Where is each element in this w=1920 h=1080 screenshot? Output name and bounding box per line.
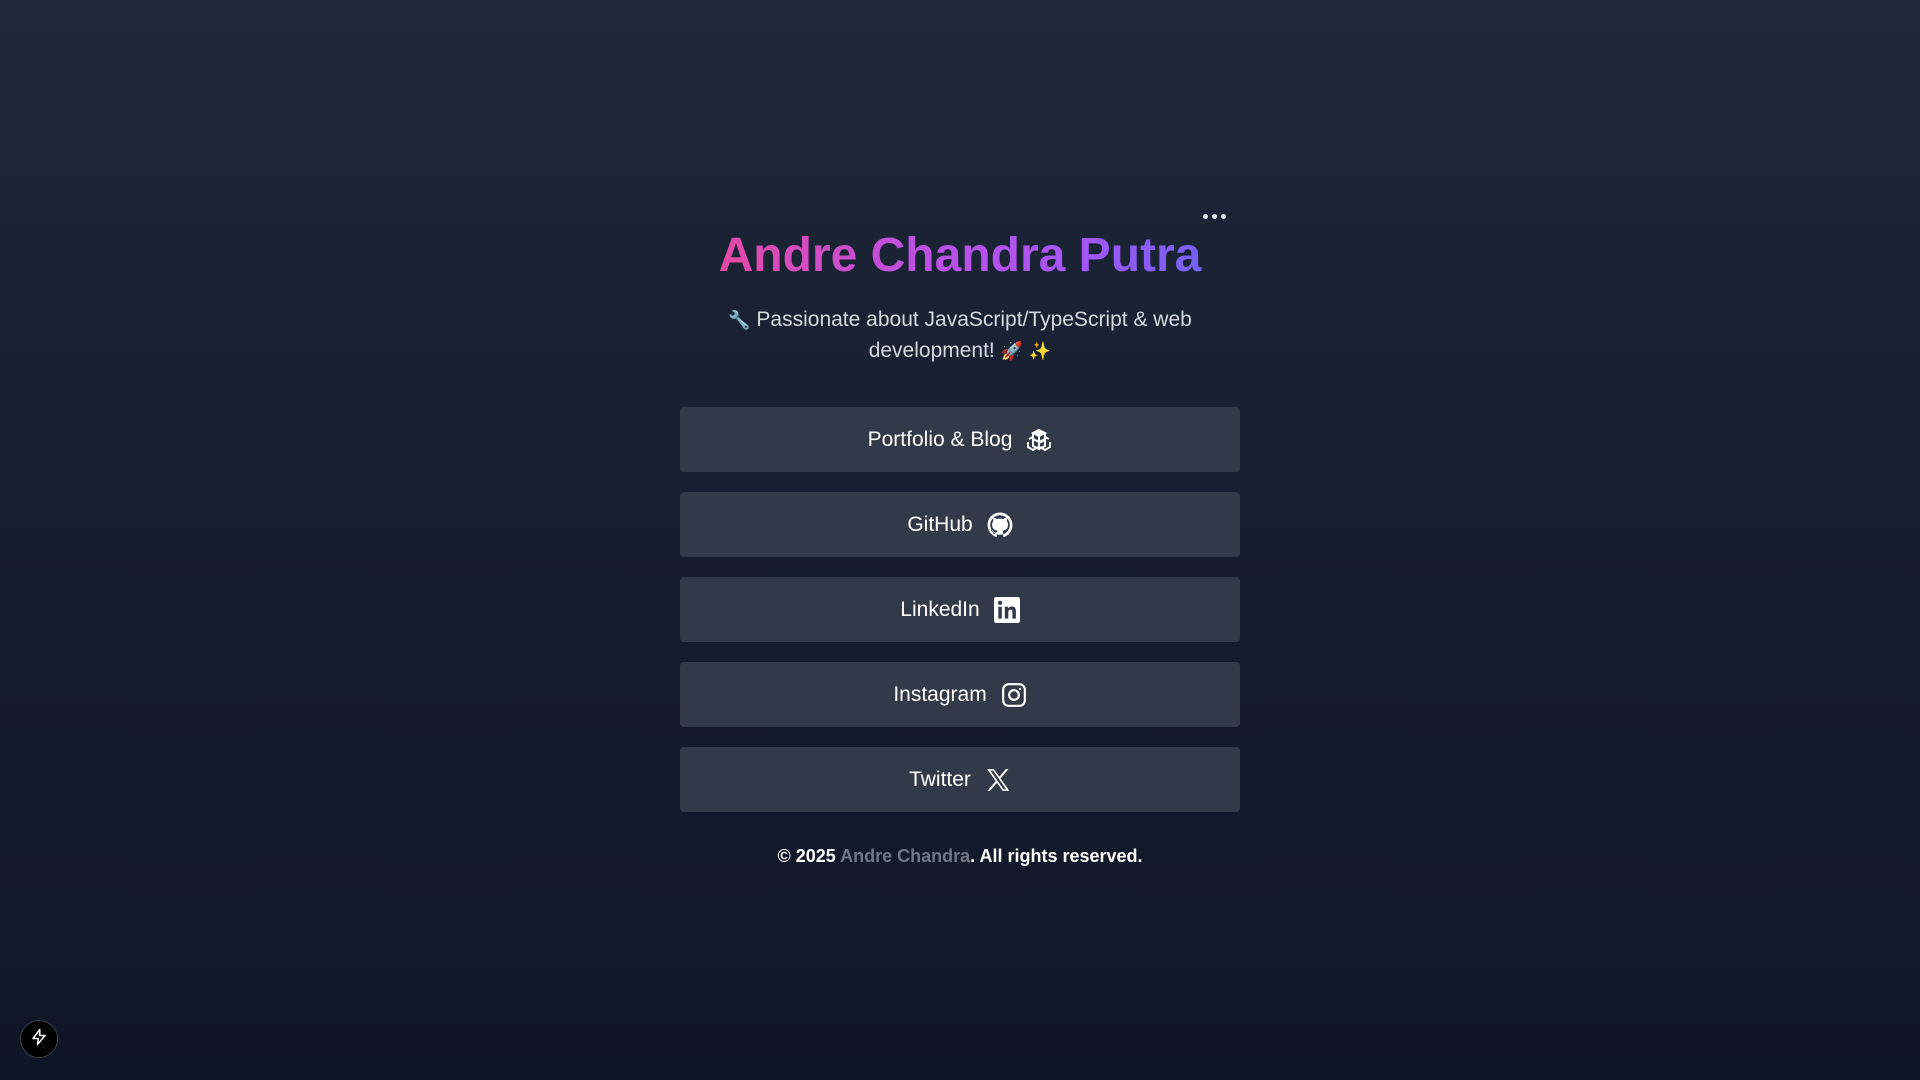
profile-name: Andre Chandra Putra: [680, 232, 1240, 280]
copyright-suffix: . All rights reserved.: [970, 846, 1143, 866]
rocket-emoji: 🚀: [1000, 341, 1024, 362]
link-label: Portfolio & Blog: [867, 427, 1013, 451]
footer-author-name: Andre Chandra: [840, 846, 971, 866]
github-icon: [987, 512, 1013, 538]
more-options-button[interactable]: [1196, 204, 1232, 228]
link-linkedin[interactable]: LinkedIn: [680, 577, 1240, 642]
lightning-bolt-icon: [30, 1028, 48, 1051]
link-twitter[interactable]: Twitter: [680, 747, 1240, 812]
profile-card: Andre Chandra Putra 🔧 Passionate about J…: [680, 200, 1240, 867]
copyright-prefix: © 2025: [777, 846, 841, 866]
instagram-icon: [1001, 682, 1027, 708]
footer-copyright: © 2025 Andre Chandra. All rights reserve…: [680, 846, 1240, 867]
linkedin-icon: [993, 596, 1020, 623]
link-instagram[interactable]: Instagram: [680, 662, 1240, 727]
sparkles-emoji: ✨: [1028, 341, 1052, 362]
link-github[interactable]: GitHub: [680, 492, 1240, 557]
link-label: GitHub: [907, 512, 973, 536]
more-horizontal-icon: [1202, 213, 1208, 219]
x-icon: [985, 767, 1011, 793]
profile-bio: 🔧 Passionate about JavaScript/TypeScript…: [715, 305, 1205, 367]
dev-tools-badge[interactable]: [20, 1020, 58, 1058]
wrench-emoji: 🔧: [728, 310, 751, 331]
link-label: LinkedIn: [900, 597, 980, 621]
bio-text: Passionate about JavaScript/TypeScript &…: [750, 308, 1192, 362]
stack-icon: [1026, 427, 1052, 453]
link-portfolio-blog[interactable]: Portfolio & Blog: [680, 407, 1240, 472]
more-dot: [1211, 213, 1217, 219]
link-label: Instagram: [893, 682, 987, 706]
more-dot: [1220, 213, 1226, 219]
links-list: Portfolio & Blog GitHub LinkedIn Instagr…: [680, 407, 1240, 812]
link-label: Twitter: [909, 767, 971, 791]
